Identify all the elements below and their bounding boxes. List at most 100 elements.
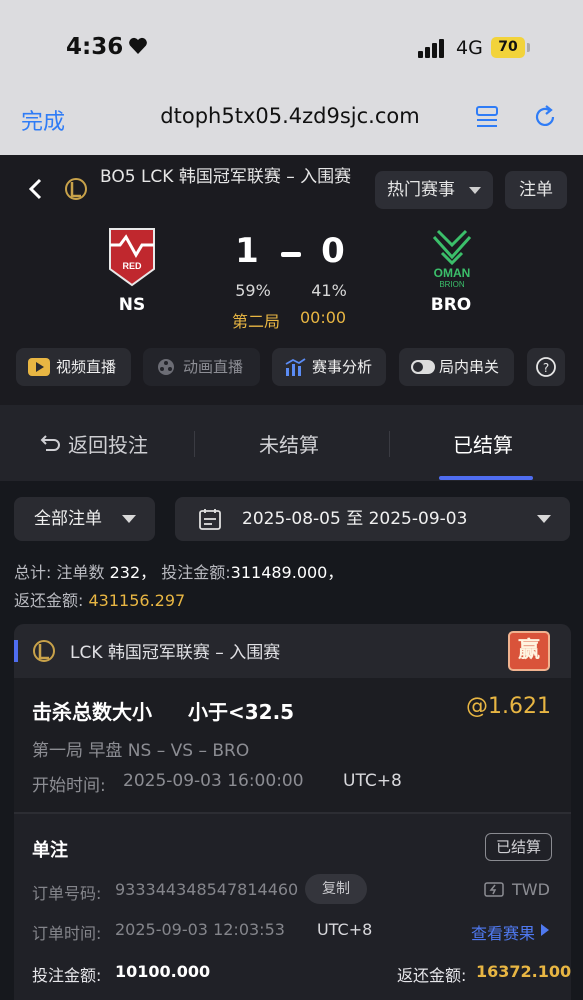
bro-team-logo: OMAN BRION	[432, 229, 472, 289]
back-icon[interactable]	[26, 177, 46, 201]
summary-return: 431156.297	[88, 591, 186, 610]
svg-text:?: ?	[543, 361, 549, 375]
game-number: 第二局	[232, 312, 281, 331]
chevron-right-icon	[541, 924, 550, 936]
ns-team-logo: RED	[109, 228, 155, 287]
tab-settled[interactable]: 已结算	[453, 429, 513, 458]
bet-slip-button[interactable]: 注单	[505, 171, 567, 209]
network-type: 4G	[456, 37, 483, 59]
caret-down-icon	[122, 515, 136, 523]
score-left: 1	[235, 231, 259, 271]
return-icon	[40, 435, 60, 451]
svg-text:RED: RED	[122, 261, 142, 271]
animation-live-button[interactable]: 动画直播	[143, 348, 260, 386]
summary-count-label: 注单数	[56, 563, 105, 582]
order-timezone: UTC+8	[317, 920, 373, 939]
bet-league: LCK 韩国冠军联赛 – 入围赛	[70, 643, 281, 663]
summary-return-label: 返还金额:	[14, 591, 84, 610]
caret-down-icon	[469, 187, 481, 194]
bet-card[interactable]: LCK 韩国冠军联赛 – 入围赛 赢 击杀总数大小 小于<32.5 @1.621…	[14, 624, 571, 1000]
caret-down-icon	[537, 515, 551, 523]
order-time: 2025-09-03 12:03:53	[115, 920, 285, 939]
win-pct-right: 41%	[311, 281, 347, 300]
in-game-parlay-label: 局内串关	[439, 358, 500, 376]
heart-icon	[129, 37, 147, 54]
svg-text:BRION: BRION	[439, 280, 465, 289]
slip-type: 单注	[32, 840, 68, 861]
battery-tip	[527, 43, 530, 52]
bet-pick: 小于<32.5	[188, 700, 295, 724]
tab-unsettled[interactable]: 未结算	[259, 429, 319, 458]
view-result-link[interactable]: 查看赛果	[471, 920, 550, 944]
video-live-button[interactable]: 视频直播	[16, 348, 131, 386]
in-game-parlay-toggle[interactable]: 局内串关	[399, 348, 514, 386]
team-left-name: NS	[118, 295, 146, 315]
browser-chrome: 4:36 4G 70 完成 dtoph5tx05.4zd9sjc.com	[0, 0, 583, 155]
active-tab-indicator	[439, 476, 533, 480]
order-no: 933344348547814460	[115, 880, 299, 899]
calendar-icon	[199, 509, 221, 530]
win-pct-left: 59%	[235, 281, 271, 300]
bet-selection: 击杀总数大小 小于<32.5 @1.621 第一局 早盘 NS – VS – B…	[14, 678, 571, 812]
lol-logo-icon	[65, 178, 87, 200]
hot-events-label: 热门赛事	[387, 180, 455, 200]
status-badge: 已结算	[485, 833, 552, 861]
summary-stake-label: 投注金额:	[161, 563, 231, 582]
svg-text:OMAN: OMAN	[434, 266, 471, 280]
start-time: 2025-09-03 16:00:00	[123, 771, 304, 791]
game-clock: 00:00	[300, 308, 347, 327]
match-analysis-label: 赛事分析	[312, 358, 373, 376]
return-amount: 16372.100	[476, 962, 571, 981]
reload-icon[interactable]	[532, 104, 558, 130]
stake-amount: 10100.000	[115, 962, 211, 981]
currency: TWD	[484, 880, 554, 900]
copy-button[interactable]: 复制	[305, 874, 367, 904]
card-accent-bar	[14, 640, 18, 662]
tab-divider	[389, 431, 390, 457]
help-button[interactable]: ?	[527, 348, 565, 386]
team-right-name: BRO	[430, 295, 472, 315]
animation-live-label: 动画直播	[183, 358, 244, 376]
toggle-icon[interactable]	[411, 360, 435, 374]
signal-icon	[418, 39, 444, 58]
hot-events-dropdown[interactable]: 热门赛事	[375, 171, 493, 209]
summary-total-label: 总计:	[14, 563, 52, 582]
analysis-icon	[285, 358, 306, 376]
order-no-label: 订单号码:	[32, 884, 102, 903]
summary-line-2: 返还金额: 431156.297	[14, 587, 185, 611]
summary-line-1: 总计: 注单数 232， 投注金额:311489.000，	[14, 559, 343, 583]
start-timezone: UTC+8	[343, 771, 402, 791]
done-button[interactable]: 完成	[21, 104, 65, 136]
tab-divider	[194, 431, 195, 457]
lol-logo-icon	[33, 640, 55, 662]
bet-detail: 第一局 早盘 NS – VS – BRO	[32, 741, 250, 761]
match-analysis-button[interactable]: 赛事分析	[272, 348, 386, 386]
score-right: 0	[321, 231, 345, 271]
card-divider	[14, 812, 571, 814]
bet-odds: @1.621	[466, 694, 551, 719]
play-icon	[28, 358, 50, 376]
return-label: 返还金额:	[397, 966, 467, 985]
tab-back-to-betting[interactable]: 返回投注	[68, 429, 148, 458]
bet-type-filter[interactable]: 全部注单	[14, 497, 155, 541]
stake-label: 投注金额:	[32, 966, 102, 985]
address-bar[interactable]: dtoph5tx05.4zd9sjc.com	[140, 104, 440, 128]
date-range-filter[interactable]: 2025-08-05 至 2025-09-03	[175, 497, 570, 541]
bet-type-filter-label: 全部注单	[34, 509, 102, 529]
video-live-label: 视频直播	[56, 358, 117, 376]
bet-market: 击杀总数大小	[32, 700, 152, 724]
currency-icon	[484, 882, 504, 897]
score-separator	[281, 252, 301, 257]
summary-count: 232，	[109, 563, 157, 582]
list-icon[interactable]	[474, 104, 500, 130]
match-title: BO5 LCK 韩国冠军联赛 – 入围赛	[100, 167, 352, 187]
order-time-label: 订单时间:	[32, 924, 102, 943]
battery-icon: 70	[491, 37, 525, 58]
bet-card-header: LCK 韩国冠军联赛 – 入围赛 赢	[14, 624, 571, 678]
status-time: 4:36	[66, 34, 124, 60]
win-badge: 赢	[508, 631, 550, 671]
match-header: BO5 LCK 韩国冠军联赛 – 入围赛 热门赛事 注单 RED NS OMAN…	[0, 155, 583, 405]
start-time-label: 开始时间:	[32, 776, 106, 796]
help-icon: ?	[536, 357, 556, 377]
view-result-label: 查看赛果	[471, 924, 536, 943]
